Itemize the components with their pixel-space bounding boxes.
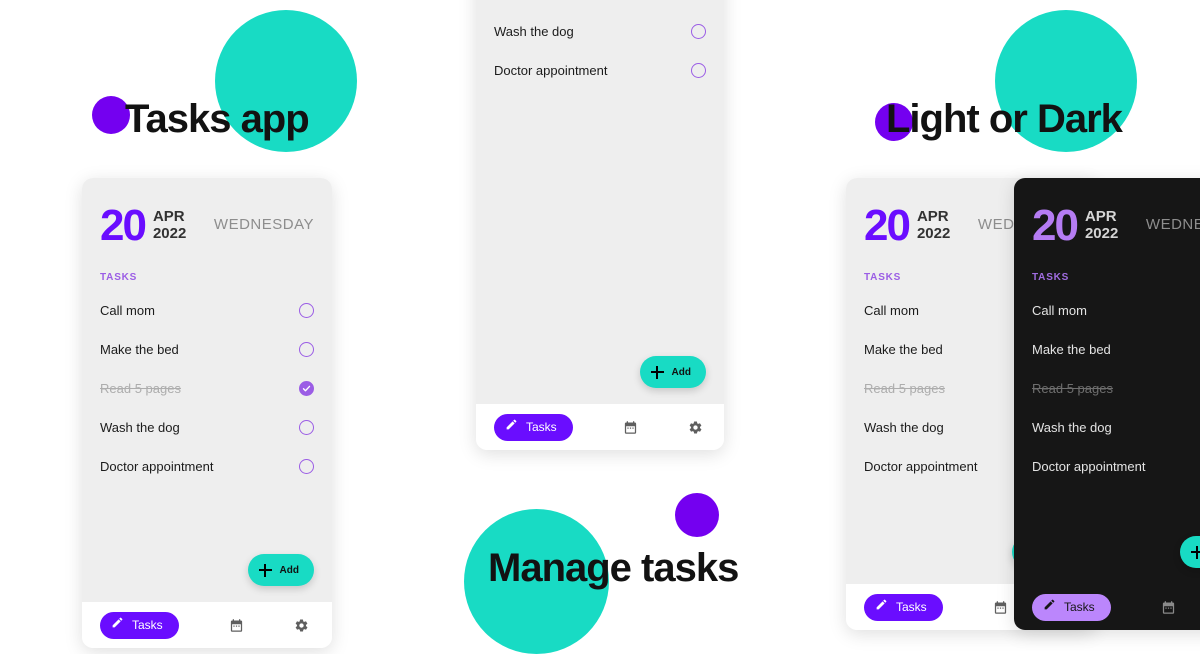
task-label: Read 5 pages bbox=[1032, 380, 1113, 396]
date-weekday: WEDNESDAY bbox=[213, 216, 314, 233]
date-month-year: APR 2022 bbox=[917, 208, 950, 243]
date-month: APR bbox=[1084, 208, 1117, 225]
calendar-icon[interactable] bbox=[993, 600, 1008, 615]
add-task-label: Add bbox=[279, 564, 299, 576]
task-label: Wash the dog bbox=[494, 23, 574, 39]
task-checkbox[interactable] bbox=[299, 302, 314, 318]
tasks-section-label: TASKS bbox=[100, 271, 138, 283]
pencil-icon bbox=[505, 418, 518, 436]
task-label: Make the bed bbox=[1032, 341, 1111, 357]
task-label: Doctor appointment bbox=[100, 458, 214, 474]
plus-icon bbox=[1190, 545, 1200, 559]
task-row[interactable]: Make the bed bbox=[1032, 330, 1200, 369]
task-label: Wash the dog bbox=[1032, 419, 1112, 435]
task-row[interactable]: Read 5 pages bbox=[494, 0, 706, 12]
tasks-section-label: TASKS bbox=[1032, 271, 1070, 283]
calendar-icon[interactable] bbox=[1161, 600, 1176, 615]
nav-item-tasks[interactable]: Tasks bbox=[100, 611, 179, 639]
task-row[interactable]: Doctor appointment bbox=[100, 447, 314, 486]
task-row[interactable]: Call mom bbox=[100, 291, 314, 330]
date-year: 2022 bbox=[916, 225, 951, 243]
task-row[interactable]: Doctor appointment bbox=[494, 51, 706, 90]
task-checkbox[interactable] bbox=[299, 419, 314, 435]
date-year: 2022 bbox=[1084, 225, 1119, 243]
task-row[interactable]: Wash the dog bbox=[494, 12, 706, 51]
phone-light-overview: 20 APR 2022 WEDNESDAY TASKS Call mom Mak… bbox=[476, 0, 724, 450]
task-row[interactable]: Wash the dog bbox=[1032, 408, 1200, 447]
calendar-icon[interactable] bbox=[229, 618, 244, 633]
add-task-button[interactable]: Add bbox=[639, 356, 706, 388]
task-checkbox[interactable] bbox=[691, 23, 706, 39]
bottom-navigation: Tasks bbox=[476, 404, 724, 450]
task-label: Doctor appointment bbox=[864, 458, 978, 474]
gear-icon[interactable] bbox=[294, 618, 309, 633]
phone-screen-dark-compare: 20 APR 2022 WEDNESDAY TASKS Call mom Mak… bbox=[1014, 178, 1200, 584]
task-label: Make the bed bbox=[100, 341, 179, 357]
date-day: 20 bbox=[100, 201, 147, 250]
date-month-year: APR 2022 bbox=[1085, 208, 1118, 243]
task-label: Read 5 pages bbox=[864, 380, 945, 396]
pencil-icon bbox=[875, 598, 888, 616]
task-checkbox[interactable] bbox=[299, 458, 314, 474]
date-day: 20 bbox=[864, 201, 911, 250]
task-row[interactable]: Doctor appointment bbox=[1032, 447, 1200, 486]
task-row[interactable]: Read 5 pages bbox=[100, 369, 314, 408]
add-task-button[interactable]: Add bbox=[247, 554, 314, 586]
task-label: Wash the dog bbox=[864, 419, 944, 435]
task-list: Call mom Make the bed Read 5 pages Wash … bbox=[476, 0, 724, 90]
phone-dark-compare: 20 APR 2022 WEDNESDAY TASKS Call mom Mak… bbox=[1014, 178, 1200, 630]
date-header: 20 APR 2022 WEDNESDAY bbox=[82, 178, 332, 250]
task-list: Call mom Make the bed Read 5 pages Wash … bbox=[1014, 291, 1200, 486]
date-month: APR bbox=[916, 208, 949, 225]
task-label: Call mom bbox=[1032, 302, 1087, 318]
nav-item-tasks[interactable]: Tasks bbox=[494, 413, 573, 441]
plus-icon bbox=[258, 563, 272, 577]
add-task-button[interactable]: Add bbox=[1179, 536, 1200, 568]
date-month: APR bbox=[152, 208, 185, 225]
gear-icon[interactable] bbox=[688, 420, 703, 435]
task-label: Call mom bbox=[100, 302, 155, 318]
heading-manage-tasks: Manage tasks bbox=[488, 545, 739, 590]
date-day: 20 bbox=[1032, 201, 1079, 250]
task-row[interactable]: Make the bed bbox=[100, 330, 314, 369]
nav-item-tasks[interactable]: Tasks bbox=[864, 593, 943, 621]
bottom-navigation: Tasks bbox=[1014, 584, 1200, 630]
pencil-icon bbox=[111, 616, 124, 634]
task-row[interactable]: Wash the dog bbox=[100, 408, 314, 447]
task-label: Doctor appointment bbox=[494, 62, 608, 78]
nav-item-tasks[interactable]: Tasks bbox=[1032, 593, 1111, 621]
task-label: Make the bed bbox=[864, 341, 943, 357]
nav-item-tasks-label: Tasks bbox=[896, 600, 927, 614]
phone-light-primary: 20 APR 2022 WEDNESDAY TASKS Call mom Mak… bbox=[82, 178, 332, 648]
date-month-year: APR 2022 bbox=[153, 208, 186, 243]
task-checkbox[interactable] bbox=[691, 62, 706, 78]
date-weekday: WEDNESDAY bbox=[1145, 216, 1200, 233]
heading-tasks-app: Tasks app bbox=[125, 96, 310, 141]
add-task-label: Add bbox=[671, 366, 691, 378]
plus-icon bbox=[650, 365, 664, 379]
task-row[interactable]: Call mom bbox=[1032, 291, 1200, 330]
nav-item-tasks-label: Tasks bbox=[1064, 600, 1095, 614]
task-list: Call mom Make the bed Read 5 pages Wash … bbox=[82, 291, 332, 486]
nav-item-tasks-label: Tasks bbox=[526, 420, 557, 434]
task-label: Doctor appointment bbox=[1032, 458, 1146, 474]
pencil-icon bbox=[1043, 598, 1056, 616]
heading-light-or-dark: Light or Dark bbox=[886, 96, 1123, 141]
phone-screen-light-overview: 20 APR 2022 WEDNESDAY TASKS Call mom Mak… bbox=[476, 0, 724, 404]
decorative-circle-purple-2 bbox=[675, 493, 719, 537]
calendar-icon[interactable] bbox=[623, 420, 638, 435]
bottom-navigation: Tasks bbox=[82, 602, 332, 648]
task-row[interactable]: Read 5 pages bbox=[1032, 369, 1200, 408]
date-year: 2022 bbox=[152, 225, 187, 243]
task-label: Wash the dog bbox=[100, 419, 180, 435]
date-header: 20 APR 2022 WEDNESDAY bbox=[1014, 178, 1200, 250]
task-checkbox[interactable] bbox=[299, 380, 314, 396]
task-label: Call mom bbox=[864, 302, 919, 318]
task-checkbox[interactable] bbox=[299, 341, 314, 357]
phone-screen-light-primary: 20 APR 2022 WEDNESDAY TASKS Call mom Mak… bbox=[82, 178, 332, 602]
task-label: Read 5 pages bbox=[100, 380, 181, 396]
